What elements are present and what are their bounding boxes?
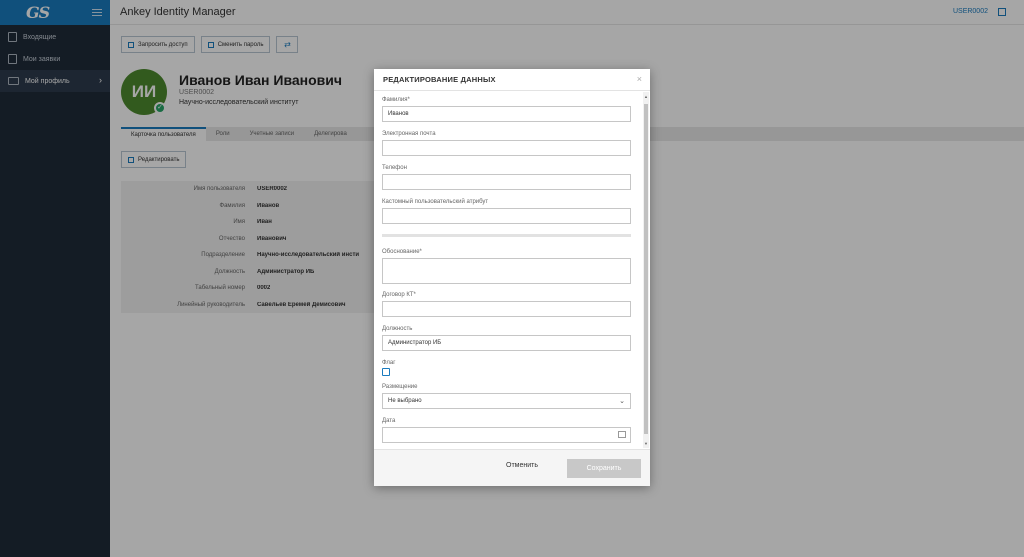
reason-label: Обоснование* (382, 249, 422, 255)
position-field: Должность Администратор ИБ (382, 326, 631, 351)
save-button[interactable]: Сохранить (567, 459, 641, 478)
chevron-down-icon: ⌄ (619, 398, 625, 405)
modal-header: РЕДАКТИРОВАНИЕ ДАННЫХ × (374, 69, 650, 91)
date-label: Дата (382, 418, 396, 424)
position-label: Должность (382, 326, 413, 332)
modal-footer: Отменить Сохранить (374, 449, 650, 486)
flag-label: Флаг (382, 360, 396, 366)
phone-label: Телефон (382, 165, 407, 171)
email-field: Электронная почта (382, 131, 631, 156)
contract-field: Договор КТ* (382, 292, 631, 317)
phone-field: Телефон (382, 165, 631, 190)
placement-label: Размещение (382, 384, 418, 390)
surname-field: Фамилия* Иванов (382, 97, 631, 122)
contract-input[interactable] (382, 301, 631, 317)
modal-body: Фамилия* Иванов Электронная почта Телефо… (374, 92, 650, 448)
surname-input[interactable]: Иванов (382, 106, 631, 122)
placement-field: Размещение Не выбрано ⌄ (382, 384, 631, 409)
reason-textarea[interactable] (382, 258, 631, 284)
custom-attribute-input[interactable] (382, 208, 631, 224)
email-input[interactable] (382, 140, 631, 156)
surname-label: Фамилия* (382, 97, 410, 103)
modal-scrollbar[interactable]: ▲ ▼ (643, 92, 649, 448)
position-input[interactable]: Администратор ИБ (382, 335, 631, 351)
scroll-thumb[interactable] (644, 104, 648, 434)
scroll-up-icon[interactable]: ▲ (643, 94, 649, 99)
modal-title: РЕДАКТИРОВАНИЕ ДАННЫХ (383, 75, 496, 84)
flag-checkbox[interactable] (382, 368, 390, 376)
custom-attribute-field: Кастомный пользовательский атрибут (382, 199, 631, 224)
scroll-down-icon[interactable]: ▼ (643, 441, 649, 446)
date-field: Дата (382, 418, 631, 443)
email-label: Электронная почта (382, 131, 436, 137)
custom-attribute-label: Кастомный пользовательский атрибут (382, 199, 489, 205)
reason-field: Обоснование* (382, 249, 631, 284)
close-icon[interactable]: × (637, 74, 642, 84)
flag-field: Флаг (382, 360, 631, 376)
cancel-button[interactable]: Отменить (506, 462, 538, 469)
phone-input[interactable] (382, 174, 631, 190)
calendar-icon[interactable] (618, 431, 626, 438)
section-divider (382, 234, 631, 237)
edit-data-modal: РЕДАКТИРОВАНИЕ ДАННЫХ × Фамилия* Иванов … (374, 69, 650, 486)
placement-select[interactable]: Не выбрано (382, 393, 631, 409)
contract-label: Договор КТ* (382, 292, 416, 298)
date-input[interactable] (382, 427, 631, 443)
